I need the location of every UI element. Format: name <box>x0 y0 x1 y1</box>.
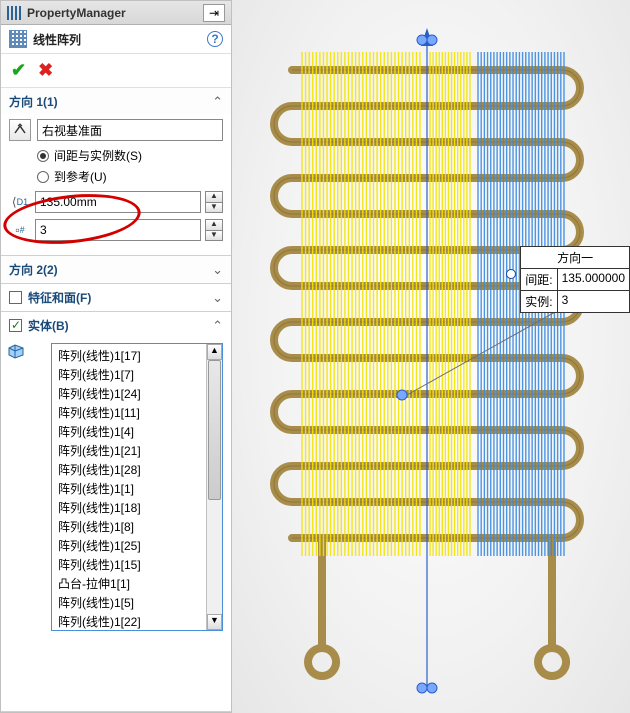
radio-upto-reference-label: 到参考(U) <box>54 168 107 185</box>
bodies-checkbox[interactable] <box>9 319 22 332</box>
list-item[interactable]: 阵列(线性)1[5] <box>52 593 206 612</box>
help-button[interactable]: ? <box>207 31 223 47</box>
solid-body-icon <box>7 343 25 359</box>
scroll-track[interactable] <box>207 360 222 614</box>
radio-upto-reference-dot[interactable] <box>37 171 49 183</box>
spacing-icon: ⟨D1 <box>9 192 31 212</box>
count-up-button[interactable]: ▲ <box>206 220 222 230</box>
bodies-listbox[interactable]: 阵列(线性)1[17]阵列(线性)1[7]阵列(线性)1[24]阵列(线性)1[… <box>51 343 223 631</box>
callout-count-label: 实例: <box>521 291 557 312</box>
chevron-up-icon: ⌃ <box>212 94 223 110</box>
bodies-scrollbar[interactable]: ▲ ▼ <box>206 344 222 630</box>
direction1-reference-input[interactable]: 右视基准面 <box>37 119 223 141</box>
callout-count-value[interactable]: 3 <box>558 291 573 312</box>
spacing-input[interactable] <box>35 191 201 213</box>
section-direction2-title: 方向 2(2) <box>9 261 212 278</box>
list-item[interactable]: 阵列(线性)1[11] <box>52 403 206 422</box>
feature-name: 线性阵列 <box>33 31 207 48</box>
list-item[interactable]: 阵列(线性)1[7] <box>52 365 206 384</box>
scroll-down-button[interactable]: ▼ <box>207 614 222 630</box>
list-item[interactable]: 阵列(线性)1[15] <box>52 555 206 574</box>
model-render <box>232 0 630 713</box>
count-input[interactable] <box>35 219 201 241</box>
pm-header-icon <box>7 6 21 20</box>
scroll-up-button[interactable]: ▲ <box>207 344 222 360</box>
list-item[interactable]: 阵列(线性)1[21] <box>52 441 206 460</box>
list-item[interactable]: 阵列(线性)1[22] <box>52 612 206 630</box>
list-item[interactable]: 阵列(线性)1[24] <box>52 384 206 403</box>
feature-header: 线性阵列 ? <box>1 25 231 54</box>
list-item[interactable]: 阵列(线性)1[1] <box>52 479 206 498</box>
list-item[interactable]: 阵列(线性)1[25] <box>52 536 206 555</box>
bodies-label: 实体(B) <box>28 317 114 334</box>
linear-pattern-icon <box>9 30 27 48</box>
callout-spacing-value[interactable]: 135.000000 <box>558 269 629 291</box>
features-faces-label: 特征和面(F) <box>28 289 114 306</box>
section-direction2-header[interactable]: 方向 2(2) ⌄ <box>1 256 231 283</box>
radio-upto-reference[interactable]: 到参考(U) <box>37 168 223 185</box>
confirm-row: ✔ ✖ <box>1 54 231 88</box>
count-down-button[interactable]: ▼ <box>206 230 222 240</box>
ok-button[interactable]: ✔ <box>11 60 26 81</box>
radio-spacing-instances[interactable]: 间距与实例数(S) <box>37 147 223 164</box>
radio-spacing-instances-label: 间距与实例数(S) <box>54 147 142 164</box>
scroll-thumb[interactable] <box>208 360 221 500</box>
reverse-arrow-icon <box>13 123 27 137</box>
pm-header: PropertyManager ⇥ <box>1 1 231 25</box>
list-item[interactable]: 阵列(线性)1[17] <box>52 346 206 365</box>
count-spinner: ▲ ▼ <box>205 219 223 241</box>
section-direction1-title: 方向 1(1) <box>9 93 212 110</box>
list-item[interactable]: 阵列(线性)1[28] <box>52 460 206 479</box>
spacing-down-button[interactable]: ▼ <box>206 202 222 212</box>
pm-title: PropertyManager <box>27 6 203 20</box>
callout-direction1[interactable]: 方向一 间距: 135.000000 实例: 3 <box>520 246 630 313</box>
chevron-down-icon: ⌄ <box>212 262 223 278</box>
section-bodies: 实体(B) ⌃ 阵列(线性)1[17]阵列(线性)1[7]阵列(线性)1[24]… <box>1 312 231 712</box>
property-manager-panel: PropertyManager ⇥ 线性阵列 ? ✔ ✖ 方向 1(1) ⌃ 右… <box>0 0 232 713</box>
chevron-up-icon: ⌃ <box>212 318 223 334</box>
features-faces-checkbox[interactable] <box>9 291 22 304</box>
graphics-viewport[interactable]: 方向一 间距: 135.000000 实例: 3 <box>232 0 630 713</box>
spacing-spinner: ▲ ▼ <box>205 191 223 213</box>
list-item[interactable]: 阵列(线性)1[4] <box>52 422 206 441</box>
pin-icon: ⇥ <box>209 6 219 20</box>
list-item[interactable]: 凸台-拉伸1[1] <box>52 574 206 593</box>
callout-title: 方向一 <box>521 247 629 269</box>
section-features-faces: 特征和面(F) ⌄ <box>1 284 231 312</box>
callout-spacing-label: 间距: <box>521 269 557 291</box>
list-item[interactable]: 阵列(线性)1[18] <box>52 498 206 517</box>
section-direction1: 方向 1(1) ⌃ 右视基准面 间距与实例数(S) 到参考(U) ⟨D1 <box>1 88 231 256</box>
radio-spacing-instances-dot[interactable] <box>37 150 49 162</box>
chevron-down-icon: ⌄ <box>212 290 223 306</box>
section-direction1-header[interactable]: 方向 1(1) ⌃ <box>1 88 231 115</box>
section-direction2: 方向 2(2) ⌄ <box>1 256 231 284</box>
count-icon: ▫# <box>9 220 31 240</box>
list-item[interactable]: 阵列(线性)1[8] <box>52 517 206 536</box>
pin-button[interactable]: ⇥ <box>203 4 225 22</box>
reverse-direction-button[interactable] <box>9 119 31 141</box>
cancel-button[interactable]: ✖ <box>38 60 53 81</box>
spacing-up-button[interactable]: ▲ <box>206 192 222 202</box>
